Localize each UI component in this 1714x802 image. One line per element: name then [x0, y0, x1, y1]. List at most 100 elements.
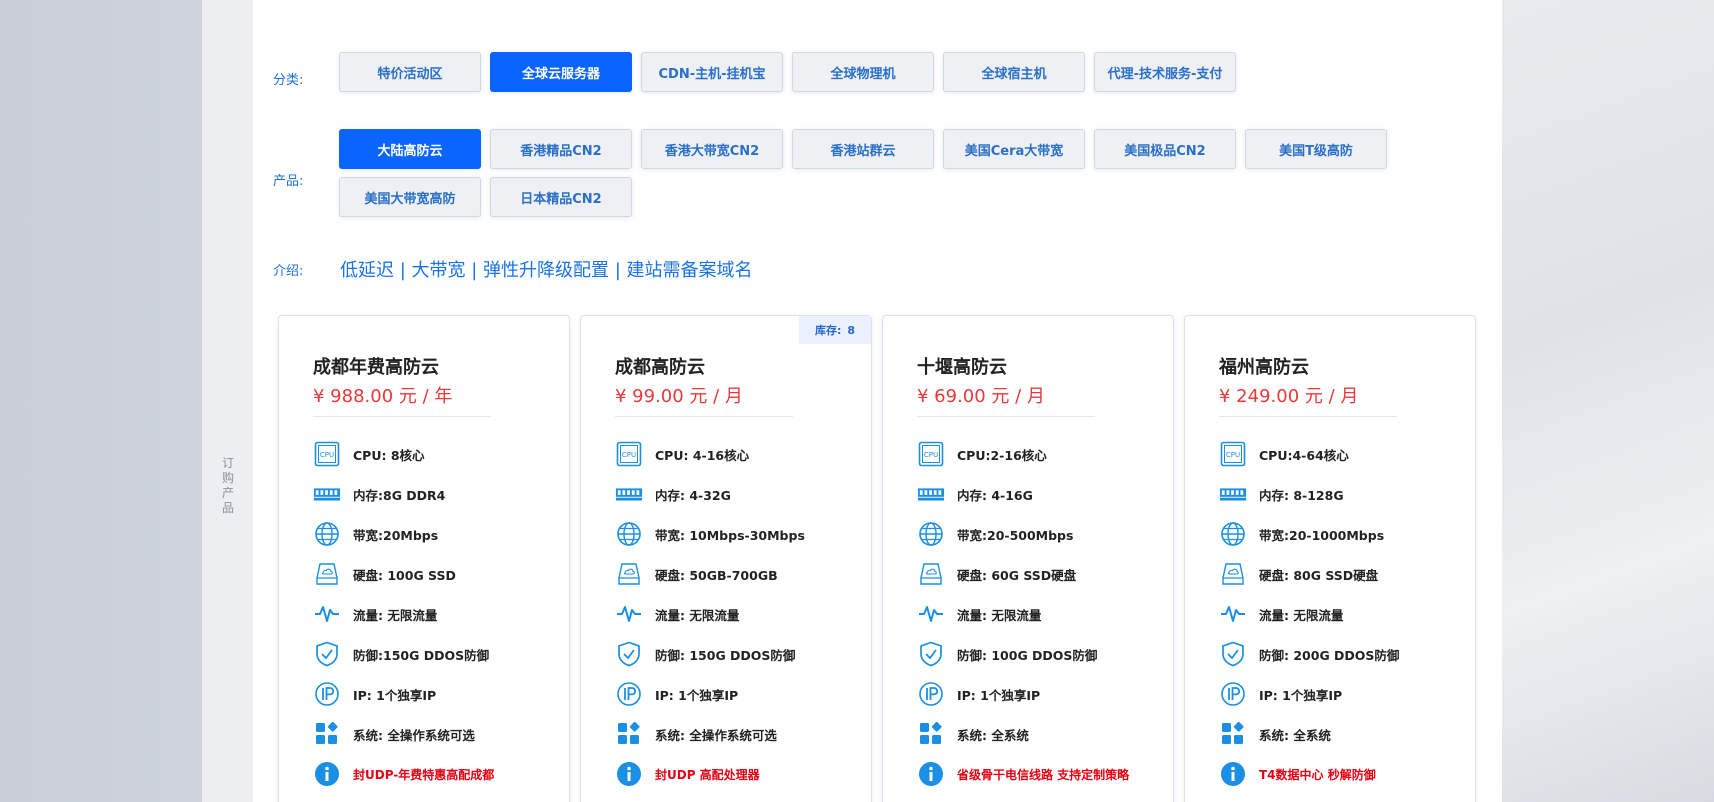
product-card[interactable]: 十堰高防云 ¥ 69.00 元 / 月 CPU CPU:2-16核心 内存: 4-…	[882, 315, 1174, 802]
background-right	[1502, 0, 1714, 802]
card-price: ¥ 249.00 元 / 月	[1219, 386, 1359, 407]
spec-bandwidth: 带宽: 10Mbps-30Mbps	[615, 519, 871, 549]
cpu-icon: CPU	[917, 440, 945, 468]
spec-disk: 硬盘: 50GB-700GB	[615, 559, 871, 589]
product-button-mainland[interactable]: 大陆高防云	[339, 129, 481, 169]
product-button-hk-cn2[interactable]: 香港精品CN2	[490, 129, 632, 169]
spec-memory: 内存:8G DDR4	[313, 479, 569, 509]
product-card[interactable]: 库存: 8 成都高防云 ¥ 99.00 元 / 月 CPU CPU: 4-16核心 …	[580, 315, 872, 802]
product-button-jp-cn2[interactable]: 日本精品CN2	[490, 177, 632, 217]
globe-icon	[615, 520, 643, 548]
intro-text: 低延迟 | 大带宽 | 弹性升降级配置 | 建站需备案域名	[340, 260, 753, 281]
spec-note: 省级骨干电信线路 支持定制策略	[917, 759, 1173, 789]
spec-memory: 内存: 4-16G	[917, 479, 1173, 509]
category-button-host[interactable]: 全球宿主机	[943, 52, 1085, 92]
spec-defense: 防御: 200G DDOS防御	[1219, 639, 1475, 669]
card-divider	[615, 416, 793, 417]
spec-ip: IP: 1个独享IP	[1219, 679, 1475, 709]
globe-icon	[917, 520, 945, 548]
apps-icon	[917, 720, 945, 748]
spec-traffic: 流量: 无限流量	[615, 599, 871, 629]
spec-defense: 防御:150G DDOS防御	[313, 639, 569, 669]
spec-cpu: CPU CPU: 8核心	[313, 439, 569, 469]
stock-badge: 库存: 8	[799, 316, 871, 344]
card-price: ¥ 99.00 元 / 月	[615, 386, 743, 407]
spec-os: 系统: 全系统	[1219, 719, 1475, 749]
cpu-icon: CPU	[313, 440, 341, 468]
product-button-us-t-defense[interactable]: 美国T级高防	[1245, 129, 1387, 169]
card-divider	[1219, 416, 1397, 417]
spec-cpu: CPU CPU:4-64核心	[1219, 439, 1475, 469]
product-button-us-cn2[interactable]: 美国极品CN2	[1094, 129, 1236, 169]
product-card[interactable]: 福州高防云 ¥ 249.00 元 / 月 CPU CPU:4-64核心 内存: 8…	[1184, 315, 1476, 802]
card-price: ¥ 988.00 元 / 年	[313, 386, 453, 407]
spec-defense: 防御: 150G DDOS防御	[615, 639, 871, 669]
disk-icon	[917, 560, 945, 588]
card-price: ¥ 69.00 元 / 月	[917, 386, 1045, 407]
spec-os: 系统: 全操作系统可选	[313, 719, 569, 749]
spec-note: T4数据中心 秒解防御	[1219, 759, 1475, 789]
memory-icon	[313, 480, 341, 508]
pulse-icon	[615, 600, 643, 628]
card-title: 十堰高防云	[917, 357, 1007, 378]
spec-bandwidth: 带宽:20Mbps	[313, 519, 569, 549]
spec-traffic: 流量: 无限流量	[313, 599, 569, 629]
card-divider	[917, 416, 1095, 417]
card-divider	[313, 416, 491, 417]
shield-icon	[1219, 640, 1247, 668]
product-button-us-bandwidth-defense[interactable]: 美国大带宽高防	[339, 177, 481, 217]
disk-icon	[313, 560, 341, 588]
spec-traffic: 流量: 无限流量	[1219, 599, 1475, 629]
ip-icon	[313, 680, 341, 708]
category-button-special[interactable]: 特价活动区	[339, 52, 481, 92]
apps-icon	[1219, 720, 1247, 748]
category-button-cdn[interactable]: CDN-主机-挂机宝	[641, 52, 783, 92]
svg-text:CPU: CPU	[1226, 451, 1240, 459]
product-card[interactable]: 成都年费高防云 ¥ 988.00 元 / 年 CPU CPU: 8核心 内存:8G…	[278, 315, 570, 802]
spec-traffic: 流量: 无限流量	[917, 599, 1173, 629]
product-button-hk-station[interactable]: 香港站群云	[792, 129, 934, 169]
shield-icon	[917, 640, 945, 668]
spec-note: 封UDP-年费特惠高配成都	[313, 759, 569, 789]
pulse-icon	[917, 600, 945, 628]
memory-icon	[615, 480, 643, 508]
pulse-icon	[1219, 600, 1247, 628]
spec-ip: IP: 1个独享IP	[313, 679, 569, 709]
memory-icon	[917, 480, 945, 508]
category-button-proxy[interactable]: 代理-技术服务-支付	[1094, 52, 1236, 92]
product-button-hk-bandwidth[interactable]: 香港大带宽CN2	[641, 129, 783, 169]
svg-text:CPU: CPU	[924, 451, 938, 459]
info-icon	[1219, 760, 1247, 788]
shield-icon	[615, 640, 643, 668]
sidebar-label: 订购产品	[221, 456, 234, 515]
disk-icon	[1219, 560, 1247, 588]
category-button-cloud[interactable]: 全球云服务器	[490, 52, 632, 92]
disk-icon	[615, 560, 643, 588]
svg-text:CPU: CPU	[622, 451, 636, 459]
spec-disk: 硬盘: 100G SSD	[313, 559, 569, 589]
intro-label: 介绍:	[273, 264, 304, 279]
memory-icon	[1219, 480, 1247, 508]
spec-note: 封UDP 高配处理器	[615, 759, 871, 789]
spec-cpu: CPU CPU:2-16核心	[917, 439, 1173, 469]
card-title: 成都高防云	[615, 357, 705, 378]
product-button-us-cera[interactable]: 美国Cera大带宽	[943, 129, 1085, 169]
side-rail	[202, 0, 253, 802]
svg-text:CPU: CPU	[320, 451, 334, 459]
category-button-physical[interactable]: 全球物理机	[792, 52, 934, 92]
category-label: 分类:	[273, 73, 304, 88]
ip-icon	[917, 680, 945, 708]
info-icon	[313, 760, 341, 788]
spec-memory: 内存: 8-128G	[1219, 479, 1475, 509]
spec-defense: 防御: 100G DDOS防御	[917, 639, 1173, 669]
card-title: 成都年费高防云	[313, 357, 439, 378]
spec-bandwidth: 带宽:20-500Mbps	[917, 519, 1173, 549]
ip-icon	[1219, 680, 1247, 708]
pulse-icon	[313, 600, 341, 628]
cpu-icon: CPU	[1219, 440, 1247, 468]
globe-icon	[1219, 520, 1247, 548]
apps-icon	[313, 720, 341, 748]
spec-os: 系统: 全系统	[917, 719, 1173, 749]
spec-disk: 硬盘: 80G SSD硬盘	[1219, 559, 1475, 589]
spec-disk: 硬盘: 60G SSD硬盘	[917, 559, 1173, 589]
